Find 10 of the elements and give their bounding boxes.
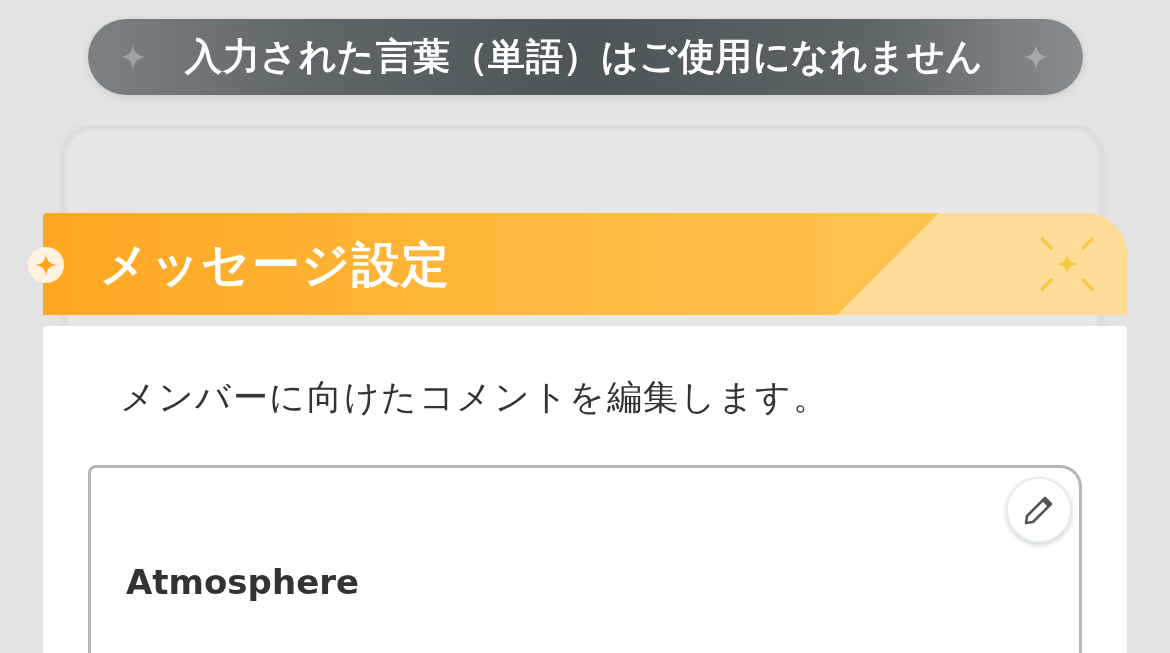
sparkle-icon <box>120 44 146 70</box>
sparkle-icon <box>1039 236 1095 292</box>
sparkle-icon <box>28 247 64 283</box>
toast-message: 入力された言葉（単語）はご使用になれません <box>185 35 984 79</box>
dialog-title: メッセージ設定 <box>100 236 451 292</box>
comment-field[interactable]: Atmosphere <box>88 465 1082 653</box>
edit-button[interactable] <box>1006 477 1072 543</box>
sparkle-icon <box>1023 44 1049 70</box>
pencil-icon <box>1023 494 1055 526</box>
description-text: メンバーに向けたコメントを編集します。 <box>120 376 830 419</box>
